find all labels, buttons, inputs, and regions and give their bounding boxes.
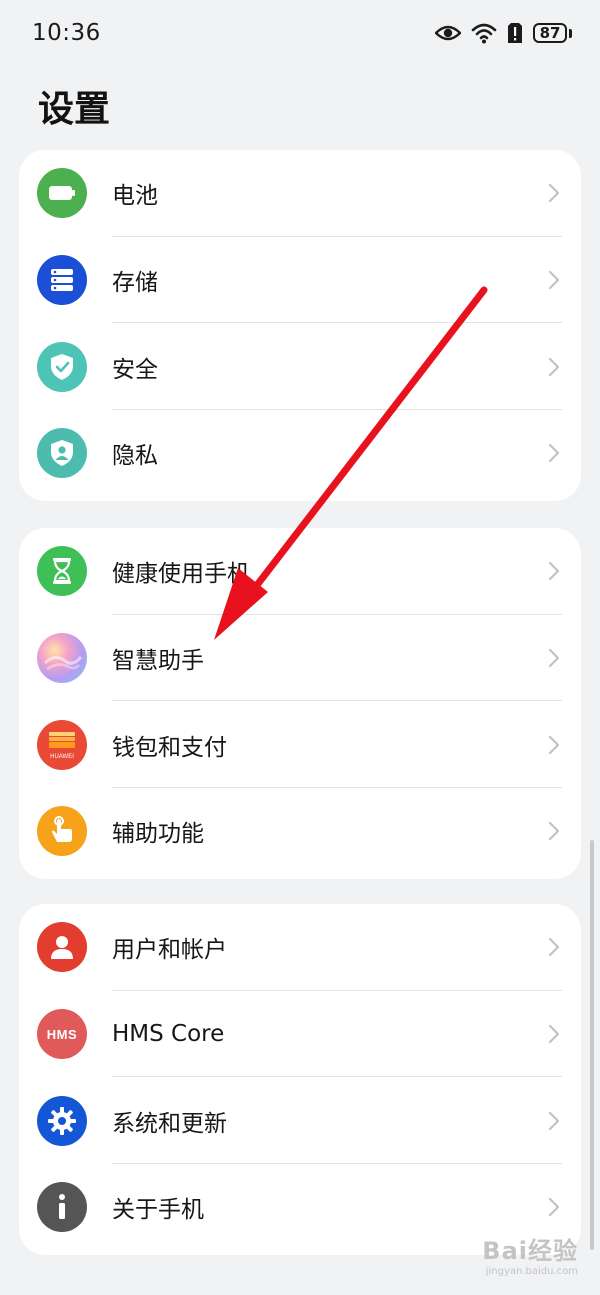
settings-item-privacy[interactable]: 隐私 [19,410,581,497]
battery-icon [37,168,87,219]
chevron-right-icon [548,735,560,754]
chevron-right-icon [548,357,560,376]
settings-item-label: 系统和更新 [112,1110,227,1137]
settings-item-label: 关于手机 [112,1197,204,1224]
watermark: Bai经验 jingyan.baidu.com [482,1231,578,1277]
settings-item-hms-core[interactable]: HMS HMS Core [19,991,581,1078]
huawei-wallet-icon: HUAWEI [37,719,87,770]
user-icon [37,922,87,973]
accessibility-hand-icon [37,806,87,857]
settings-item-digital-balance[interactable]: 健康使用手机 [19,528,581,615]
settings-item-system-update[interactable]: 系统和更新 [19,1077,581,1165]
chevron-right-icon [548,444,560,463]
settings-item-storage[interactable]: 存储 [19,237,581,324]
settings-item-smart-assistant[interactable]: 智慧助手 [19,615,581,702]
chevron-right-icon [548,184,560,203]
battery-level: 87 [539,24,561,42]
watermark-sub: jingyan.baidu.com [485,1266,578,1277]
privacy-shield-icon [37,428,87,479]
shield-check-icon [37,341,87,392]
status-time: 10:36 [32,20,101,46]
settings-item-label: 存储 [112,270,158,297]
settings-item-security[interactable]: 安全 [19,323,581,411]
hms-badge: HMS [46,1026,78,1042]
settings-group-1: 电池 存储 安全 隐私 [19,150,581,501]
settings-item-label: 隐私 [112,443,158,470]
chevron-right-icon [548,270,560,290]
hms-core-icon: HMS [37,1009,87,1060]
status-bar: 10:36 87 [0,0,600,70]
storage-icon [37,255,87,306]
wifi-icon [471,23,497,44]
chevron-right-icon [548,562,560,581]
settings-item-label: 用户和帐户 [112,937,227,964]
chevron-right-icon [548,938,560,957]
settings-item-label: 智慧助手 [112,648,204,675]
wallet-badge: HUAWEI [50,754,74,760]
watermark-main: Bai经验 [482,1237,578,1265]
gear-icon [37,1095,87,1146]
battery-tip [569,28,572,38]
alert-icon [508,23,522,43]
settings-item-wallet[interactable]: HUAWEI 钱包和支付 [19,701,581,789]
status-icons: 87 [435,22,572,44]
settings-item-label: HMS Core [112,1021,225,1048]
chevron-right-icon [548,1024,560,1044]
page-title: 设置 [38,89,111,130]
settings-item-accessibility[interactable]: 辅助功能 [19,788,581,875]
settings-item-label: 健康使用手机 [112,561,250,588]
settings-item-label: 安全 [112,356,158,383]
hourglass-icon [37,546,87,597]
settings-item-accounts[interactable]: 用户和帐户 [19,904,581,991]
eye-icon [435,25,461,41]
scrollbar[interactable] [590,840,594,1250]
settings-item-label: 辅助功能 [112,821,204,848]
settings-group-2: 健康使用手机 智慧助手 HUAWEI 钱包和支付 辅助功能 [19,528,581,879]
settings-item-battery[interactable]: 电池 [19,150,581,237]
settings-group-3: 用户和帐户 HMS HMS Core 系统和更新 关于手机 [19,904,581,1255]
settings-item-label: 电池 [112,183,158,210]
chevron-right-icon [548,1198,560,1217]
settings-item-label: 钱包和支付 [112,734,227,761]
chevron-right-icon [548,648,560,668]
info-icon [37,1182,87,1233]
chevron-right-icon [548,1111,560,1130]
battery-icon: 87 [533,23,567,43]
chevron-right-icon [548,822,560,841]
smart-assistant-icon [37,633,87,684]
